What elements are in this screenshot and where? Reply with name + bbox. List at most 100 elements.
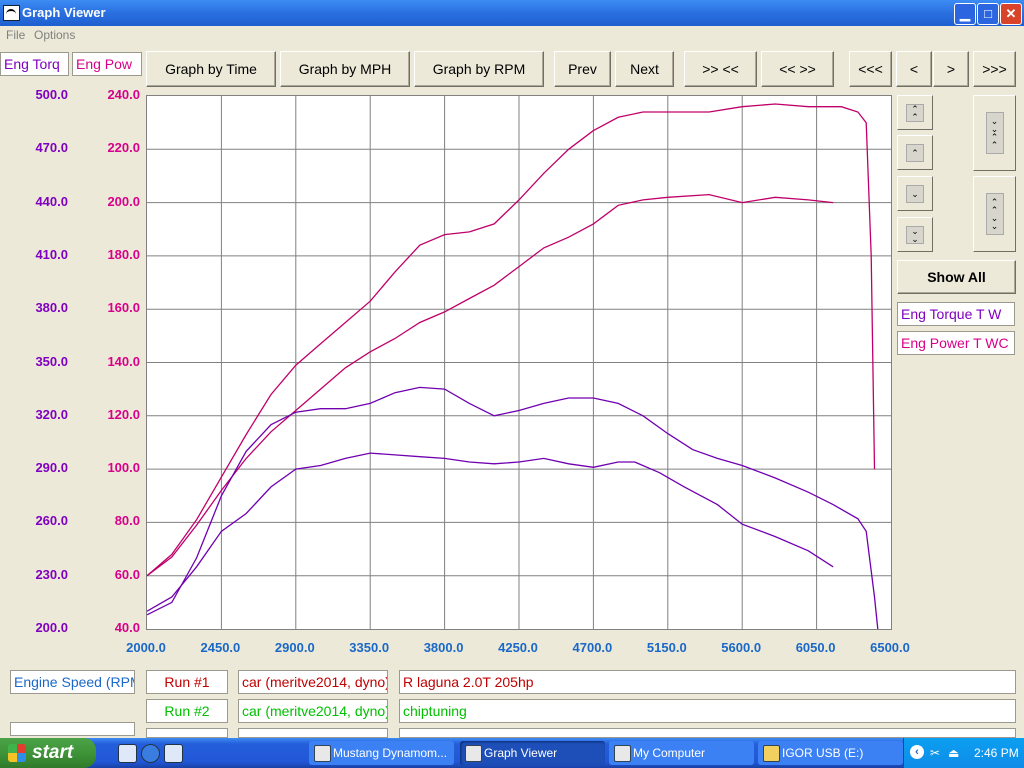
graph-app-icon [465, 745, 482, 762]
close-button[interactable]: ✕ [1000, 3, 1022, 25]
chevron-up-icon: ⌃ [906, 143, 924, 162]
series-line-torque-3 [147, 386, 879, 629]
y-power-tick-label: 80.0 [114, 513, 140, 529]
y-power-tick-label: 60.0 [114, 566, 140, 582]
scroll-down-button[interactable]: ⌄ [897, 176, 933, 211]
run1-car: car (meritve2014, dyno) [238, 670, 388, 694]
show-all-button[interactable]: Show All [897, 260, 1016, 294]
internet-explorer-icon[interactable] [141, 744, 160, 763]
computer-icon [614, 745, 631, 762]
run2-car: car (meritve2014, dyno) [238, 699, 388, 723]
legend-torque[interactable]: Eng Torque T W [897, 302, 1015, 326]
x-axis-channel[interactable]: Engine Speed (RPM) [10, 670, 135, 694]
run3-label [146, 728, 228, 738]
y-power-tick-label: 120.0 [107, 406, 140, 422]
usb-eject-icon[interactable]: ⏏ [948, 746, 959, 760]
run1-description: R laguna 2.0T 205hp [399, 670, 1016, 694]
run1-label: Run #1 [146, 670, 228, 694]
x-tick-label: 6500.0 [870, 640, 910, 655]
y-torque-tick-label: 410.0 [35, 246, 68, 262]
scroll-up-button[interactable]: ⌃ [897, 135, 933, 170]
series-line-torque-4 [147, 452, 834, 612]
x-tick-label: 4250.0 [498, 640, 538, 655]
graph-by-rpm-button[interactable]: Graph by RPM [414, 51, 544, 87]
x-tick-label: 3350.0 [349, 640, 390, 655]
x-tick-label: 3800.0 [423, 640, 464, 655]
y-torque-tick-label: 350.0 [35, 353, 68, 369]
x-tick-label: 4700.0 [572, 640, 613, 655]
chevron-down-icon: ⌄ [906, 184, 924, 203]
y-power-tick-label: 180.0 [107, 246, 140, 262]
minimize-button[interactable]: ▁ [954, 3, 976, 25]
series-line-power-1 [147, 103, 876, 577]
graph-by-time-button[interactable]: Graph by Time [146, 51, 276, 87]
clock[interactable]: 2:46 PM [974, 746, 1019, 760]
zoom-out-button[interactable]: << >> [761, 51, 834, 87]
start-label: start [32, 742, 74, 763]
window-title-bar[interactable]: Graph Viewer ▁ □ ✕ [0, 0, 1024, 26]
dyno-chart[interactable] [146, 95, 892, 630]
scroll-first-button[interactable]: <<< [849, 51, 892, 87]
taskbar-item-dynamometer[interactable]: Mustang Dynamom... [309, 741, 454, 765]
minimize-icon: ▁ [960, 6, 970, 21]
scroll-right-button[interactable]: > [933, 51, 969, 87]
start-button[interactable]: start [0, 738, 96, 768]
close-icon: ✕ [1005, 6, 1017, 21]
y-torque-tick-label: 290.0 [35, 460, 68, 476]
run2-description: chiptuning [399, 699, 1016, 723]
y-torque-tick-label: 380.0 [35, 300, 68, 316]
menu-file[interactable]: File [6, 28, 25, 42]
taskbar-item-label: IGOR USB (E:) [782, 746, 864, 760]
y-torque-tick-label: 230.0 [35, 566, 68, 582]
compress-vertical-icon: ⌄ ⌄ ⌃ ⌃ [985, 112, 1004, 154]
taskbar-item-my-computer[interactable]: My Computer [609, 741, 754, 765]
graph-by-mph-button[interactable]: Graph by MPH [280, 51, 410, 87]
double-chevron-down-icon: ⌄ ⌄ [906, 225, 924, 244]
scroll-last-button[interactable]: >>> [973, 51, 1016, 87]
series-line-power-2 [147, 193, 834, 577]
network-icon[interactable]: ✂ [930, 746, 940, 760]
scroll-up-fast-button[interactable]: ⌃ ⌃ [897, 95, 933, 130]
x-axis-channel-box [10, 722, 135, 736]
prev-button[interactable]: Prev [554, 51, 611, 87]
y-power-tick-label: 140.0 [107, 353, 140, 369]
y-torque-tick-label: 260.0 [35, 513, 68, 529]
folder-icon [763, 745, 780, 762]
y-power-tick-label: 160.0 [107, 300, 140, 316]
taskbar: start Mustang Dynamom... Graph Viewer My… [0, 738, 1024, 768]
power-axis-tab[interactable]: Eng Pow [72, 52, 142, 76]
window-title: Graph Viewer [22, 5, 106, 20]
taskbar-item-label: My Computer [633, 746, 706, 760]
windows-flag-icon [8, 744, 26, 762]
menu-options[interactable]: Options [34, 28, 75, 42]
next-button[interactable]: Next [615, 51, 674, 87]
zoom-in-button[interactable]: >> << [684, 51, 757, 87]
dyno-app-icon [314, 745, 331, 762]
maximize-button[interactable]: □ [977, 3, 999, 25]
legend-power[interactable]: Eng Power T WC [897, 331, 1015, 355]
torque-axis-tab[interactable]: Eng Torq [0, 52, 69, 76]
y-torque-tick-label: 500.0 [35, 87, 68, 102]
scroll-down-fast-button[interactable]: ⌄ ⌄ [897, 217, 933, 252]
scroll-left-button[interactable]: < [896, 51, 932, 87]
y-power-tick-label: 220.0 [107, 140, 140, 156]
show-desktop-icon[interactable] [118, 744, 137, 763]
tray-expand-icon[interactable]: ‹ [910, 745, 924, 759]
compress-vertical-button[interactable]: ⌄ ⌄ ⌃ ⌃ [973, 95, 1016, 171]
expand-vertical-button[interactable]: ⌃ ⌃ ⌄ ⌄ [973, 176, 1016, 252]
y-power-tick-label: 200.0 [107, 193, 140, 209]
media-player-icon[interactable] [164, 744, 183, 763]
taskbar-item-graph-viewer[interactable]: Graph Viewer [460, 741, 605, 765]
chart-series [147, 103, 879, 629]
run2-label: Run #2 [146, 699, 228, 723]
expand-vertical-icon: ⌃ ⌃ ⌄ ⌄ [985, 193, 1004, 235]
x-tick-label: 2450.0 [200, 640, 241, 655]
taskbar-item-label: Mustang Dynamom... [333, 746, 448, 760]
y-power-tick-label: 240.0 [107, 87, 140, 102]
y-torque-tick-label: 200.0 [35, 620, 68, 635]
taskbar-item-usb-drive[interactable]: IGOR USB (E:) [758, 741, 903, 765]
y-torque-tick-label: 470.0 [35, 140, 68, 156]
y-power-tick-label: 40.0 [114, 620, 140, 635]
double-chevron-up-icon: ⌃ ⌃ [906, 103, 924, 122]
run3-description [399, 728, 1016, 738]
